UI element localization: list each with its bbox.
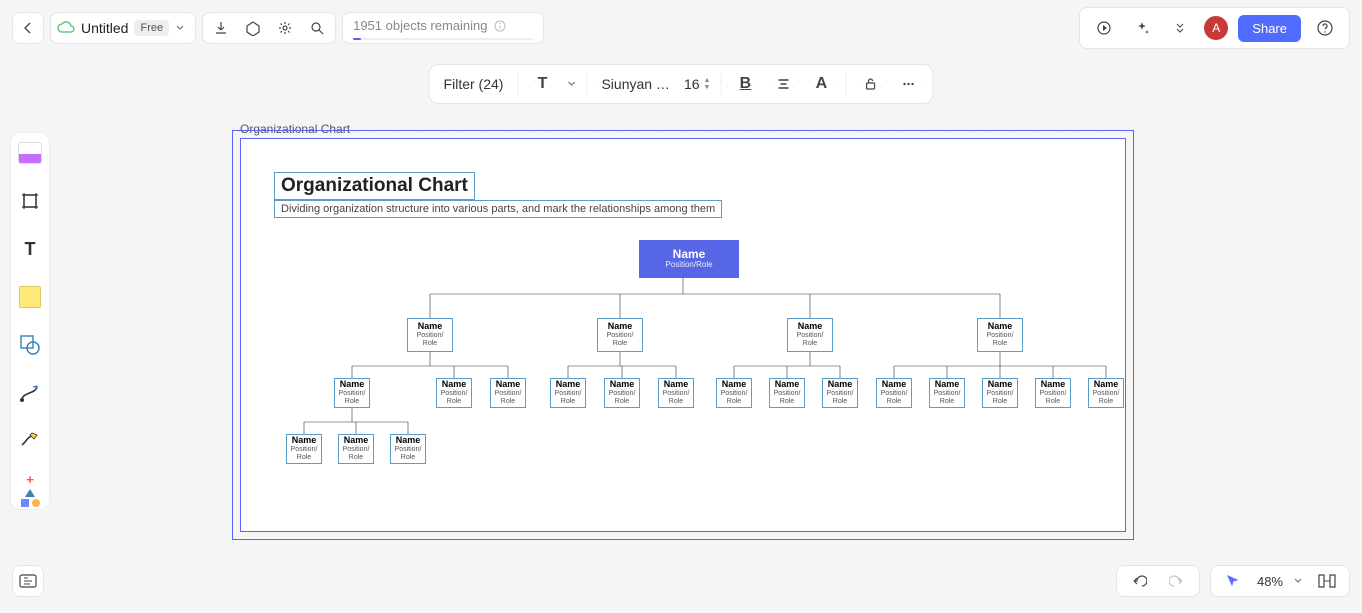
node-l2-c2[interactable]: Name Position/ Role [769,378,805,408]
node-l2-d3[interactable]: Name Position/ Role [982,378,1018,408]
node-l1-c[interactable]: Name Position/ Role [787,318,833,352]
node-l1-a[interactable]: Name Position/ Role [407,318,453,352]
sticky-note-tool[interactable] [18,285,42,309]
view-controls: 48% [1210,565,1350,597]
text-tool[interactable]: T [18,237,42,261]
chevron-down-icon [175,23,185,33]
canvas[interactable]: Organizational Chart Organizational Char… [56,54,1346,562]
collapse-icon[interactable] [1166,14,1194,42]
status-pill[interactable]: 1951 objects remaining [342,12,544,44]
chart-title[interactable]: Organizational Chart [274,172,475,200]
node-l2-c1[interactable]: Name Position/ Role [716,378,752,408]
status-text: 1951 objects remaining [353,18,487,33]
node-l3-1[interactable]: Name Position/ Role [286,434,322,464]
sparkle-icon[interactable] [1128,14,1156,42]
status-progress [353,38,533,40]
doc-name: Untitled [81,20,128,36]
search-icon[interactable] [303,14,331,42]
redo-icon[interactable] [1163,567,1191,595]
node-l2-b1[interactable]: Name Position/ Role [550,378,586,408]
share-button[interactable]: Share [1238,15,1301,42]
history-group [1116,565,1200,597]
node-root[interactable]: Name Position/Role [639,240,739,278]
node-l2-d1[interactable]: Name Position/ Role [876,378,912,408]
node-l3-3[interactable]: Name Position/ Role [390,434,426,464]
tool-sidebar: T + [10,132,50,510]
node-l2-d4[interactable]: Name Position/ Role [1035,378,1071,408]
frame-thumb-tool[interactable] [18,141,42,165]
zoom-level[interactable]: 48% [1257,574,1283,589]
topbar-actions-group [202,12,336,44]
play-icon[interactable] [1090,14,1118,42]
chevron-down-icon[interactable] [1293,576,1303,586]
node-l2-d2[interactable]: Name Position/ Role [929,378,965,408]
shapes-library-tool[interactable]: + [18,477,42,501]
node-l2-b2[interactable]: Name Position/ Role [604,378,640,408]
settings-icon[interactable] [271,14,299,42]
fit-view-icon[interactable] [1313,567,1341,595]
download-icon[interactable] [207,14,235,42]
cloud-icon [57,21,75,35]
node-l2-a1[interactable]: Name Position/ Role [334,378,370,408]
avatar[interactable]: A [1204,16,1228,40]
info-icon [494,20,506,32]
node-l1-d[interactable]: Name Position/ Role [977,318,1023,352]
help-icon[interactable] [1311,14,1339,42]
node-l2-a3[interactable]: Name Position/ Role [490,378,526,408]
undo-icon[interactable] [1125,567,1153,595]
tag-icon[interactable] [239,14,267,42]
node-l2-c3[interactable]: Name Position/ Role [822,378,858,408]
cursor-icon[interactable] [1219,567,1247,595]
chart-subtitle[interactable]: Dividing organization structure into var… [274,200,722,218]
panel-toggle-button[interactable] [12,565,44,597]
node-l2-a2[interactable]: Name Position/ Role [436,378,472,408]
back-button[interactable] [12,12,44,44]
doc-info-group[interactable]: Untitled Free [50,12,196,44]
node-l2-b3[interactable]: Name Position/ Role [658,378,694,408]
node-l2-d5[interactable]: Name Position/ Role [1088,378,1124,408]
pen-tool[interactable] [18,429,42,453]
shape-tool[interactable] [18,333,42,357]
connector-tool[interactable] [18,381,42,405]
frame-tool[interactable] [18,189,42,213]
node-l1-b[interactable]: Name Position/ Role [597,318,643,352]
plan-badge: Free [134,20,169,36]
node-l3-2[interactable]: Name Position/ Role [338,434,374,464]
